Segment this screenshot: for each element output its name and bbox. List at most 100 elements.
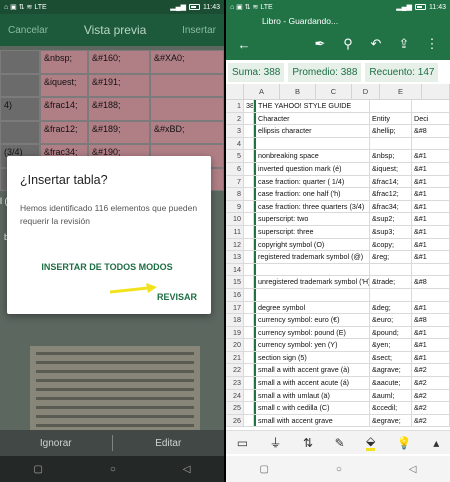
cell[interactable] xyxy=(244,200,254,213)
undo-icon[interactable]: ↶ xyxy=(362,36,390,52)
cell[interactable] xyxy=(254,288,370,301)
cell[interactable]: &#1 xyxy=(412,351,450,364)
row-number[interactable]: 8 xyxy=(226,188,244,200)
cell[interactable] xyxy=(254,137,370,150)
row-number[interactable]: 18 xyxy=(226,314,244,326)
cell[interactable]: copyright symbol (O) xyxy=(254,238,370,251)
cell[interactable]: unregistered trademark symbol ('H) xyxy=(254,276,370,288)
cell[interactable]: &frac14; xyxy=(370,175,412,188)
recents-icon[interactable]: ▢ xyxy=(259,464,268,475)
cell[interactable]: &reg; xyxy=(370,251,412,263)
cell[interactable] xyxy=(244,137,254,150)
cell[interactable]: &#2 xyxy=(412,389,450,402)
cell[interactable]: small a with accent grave (à) xyxy=(254,364,370,377)
cell[interactable]: &sup2; xyxy=(370,213,412,225)
cell[interactable] xyxy=(412,137,450,150)
cell[interactable] xyxy=(244,339,254,351)
insert-button[interactable]: Insertar xyxy=(182,25,216,36)
cell[interactable]: currency symbol: pound (E) xyxy=(254,326,370,339)
cell[interactable]: nonbreaking space xyxy=(254,150,370,162)
edit-button[interactable]: Editar xyxy=(113,438,225,449)
recents-icon[interactable]: ▢ xyxy=(33,464,42,475)
cell[interactable] xyxy=(244,301,254,314)
cell[interactable]: &#1 xyxy=(412,175,450,188)
ignore-button[interactable]: Ignorar xyxy=(0,438,112,449)
cell[interactable]: &copy; xyxy=(370,238,412,251)
column-header[interactable]: C xyxy=(316,84,352,99)
row-number[interactable]: 15 xyxy=(226,276,244,288)
row-number[interactable]: 25 xyxy=(226,402,244,414)
cell[interactable]: case fraction: one half ('h) xyxy=(254,188,370,200)
cell[interactable]: case fraction: quarter ( 1/4) xyxy=(254,175,370,188)
cell[interactable] xyxy=(412,100,450,112)
filter-icon[interactable]: ⏚ xyxy=(270,434,282,451)
cell[interactable] xyxy=(244,364,254,377)
cell[interactable] xyxy=(244,389,254,402)
cell[interactable]: currency symbol: euro (€) xyxy=(254,314,370,326)
cell[interactable] xyxy=(244,288,254,301)
cell[interactable] xyxy=(244,175,254,188)
cell[interactable]: &trade; xyxy=(370,276,412,288)
row-number[interactable]: 3 xyxy=(226,125,244,137)
spreadsheet-grid[interactable]: 1388THE YAHOO! STYLE GUIDE2CharacterEnti… xyxy=(226,100,450,430)
cell[interactable]: &nbsp; xyxy=(370,150,412,162)
row-number[interactable]: 6 xyxy=(226,162,244,175)
row-number[interactable]: 13 xyxy=(226,251,244,263)
row-number[interactable]: 7 xyxy=(226,175,244,188)
cell[interactable] xyxy=(244,414,254,427)
home-icon[interactable]: ○ xyxy=(336,464,342,475)
cell[interactable]: &frac12; xyxy=(370,188,412,200)
more-icon[interactable]: ⋮ xyxy=(418,36,446,52)
cell[interactable] xyxy=(244,238,254,251)
row-number[interactable]: 22 xyxy=(226,364,244,377)
cell[interactable]: &frac34; xyxy=(370,200,412,213)
cell[interactable]: &egrave; xyxy=(370,414,412,427)
cell[interactable] xyxy=(244,162,254,175)
cell[interactable]: Character xyxy=(254,112,370,125)
fill-color-icon[interactable]: ⬙ xyxy=(366,434,376,451)
cell[interactable] xyxy=(370,288,412,301)
cell[interactable]: &#1 xyxy=(412,188,450,200)
cell[interactable]: &#2 xyxy=(412,377,450,389)
cell[interactable] xyxy=(244,263,254,276)
row-number[interactable]: 24 xyxy=(226,389,244,402)
row-number[interactable]: 9 xyxy=(226,200,244,213)
cell[interactable]: &#1 xyxy=(412,238,450,251)
cell[interactable]: small c with cedilla (C) xyxy=(254,402,370,414)
cell[interactable] xyxy=(244,351,254,364)
row-number[interactable]: 21 xyxy=(226,351,244,364)
cell[interactable]: small with accent grave xyxy=(254,414,370,427)
row-number[interactable]: 17 xyxy=(226,301,244,314)
row-number[interactable]: 14 xyxy=(226,263,244,276)
cell[interactable]: section sign (5) xyxy=(254,351,370,364)
cell[interactable]: &iquest; xyxy=(370,162,412,175)
sort-icon[interactable]: ⇅ xyxy=(303,436,313,450)
cell[interactable] xyxy=(370,100,412,112)
column-header[interactable] xyxy=(422,84,450,99)
cell[interactable]: &agrave; xyxy=(370,364,412,377)
cell[interactable]: Entity xyxy=(370,112,412,125)
column-header[interactable]: A xyxy=(244,84,280,99)
cell[interactable] xyxy=(244,326,254,339)
cell[interactable] xyxy=(244,125,254,137)
cell[interactable]: currency symbol: yen (Y) xyxy=(254,339,370,351)
edit-cell-icon[interactable]: ✎ xyxy=(335,436,345,450)
row-number[interactable]: 12 xyxy=(226,238,244,251)
cell[interactable]: THE YAHOO! STYLE GUIDE xyxy=(254,100,370,112)
cell[interactable] xyxy=(370,137,412,150)
cell[interactable]: &deg; xyxy=(370,301,412,314)
cell[interactable] xyxy=(370,263,412,276)
cell[interactable]: &#1 xyxy=(412,339,450,351)
cell[interactable] xyxy=(244,112,254,125)
back-icon[interactable]: ◁ xyxy=(409,464,417,475)
cell[interactable]: &aacute; xyxy=(370,377,412,389)
cell[interactable] xyxy=(412,288,450,301)
cell[interactable]: &sup3; xyxy=(370,225,412,238)
row-number[interactable]: 11 xyxy=(226,225,244,238)
cell[interactable]: ellipsis character xyxy=(254,125,370,137)
row-number[interactable]: 4 xyxy=(226,137,244,150)
cell[interactable]: &pound; xyxy=(370,326,412,339)
cell[interactable]: &#1 xyxy=(412,213,450,225)
cell[interactable] xyxy=(244,276,254,288)
column-header[interactable] xyxy=(226,84,244,99)
